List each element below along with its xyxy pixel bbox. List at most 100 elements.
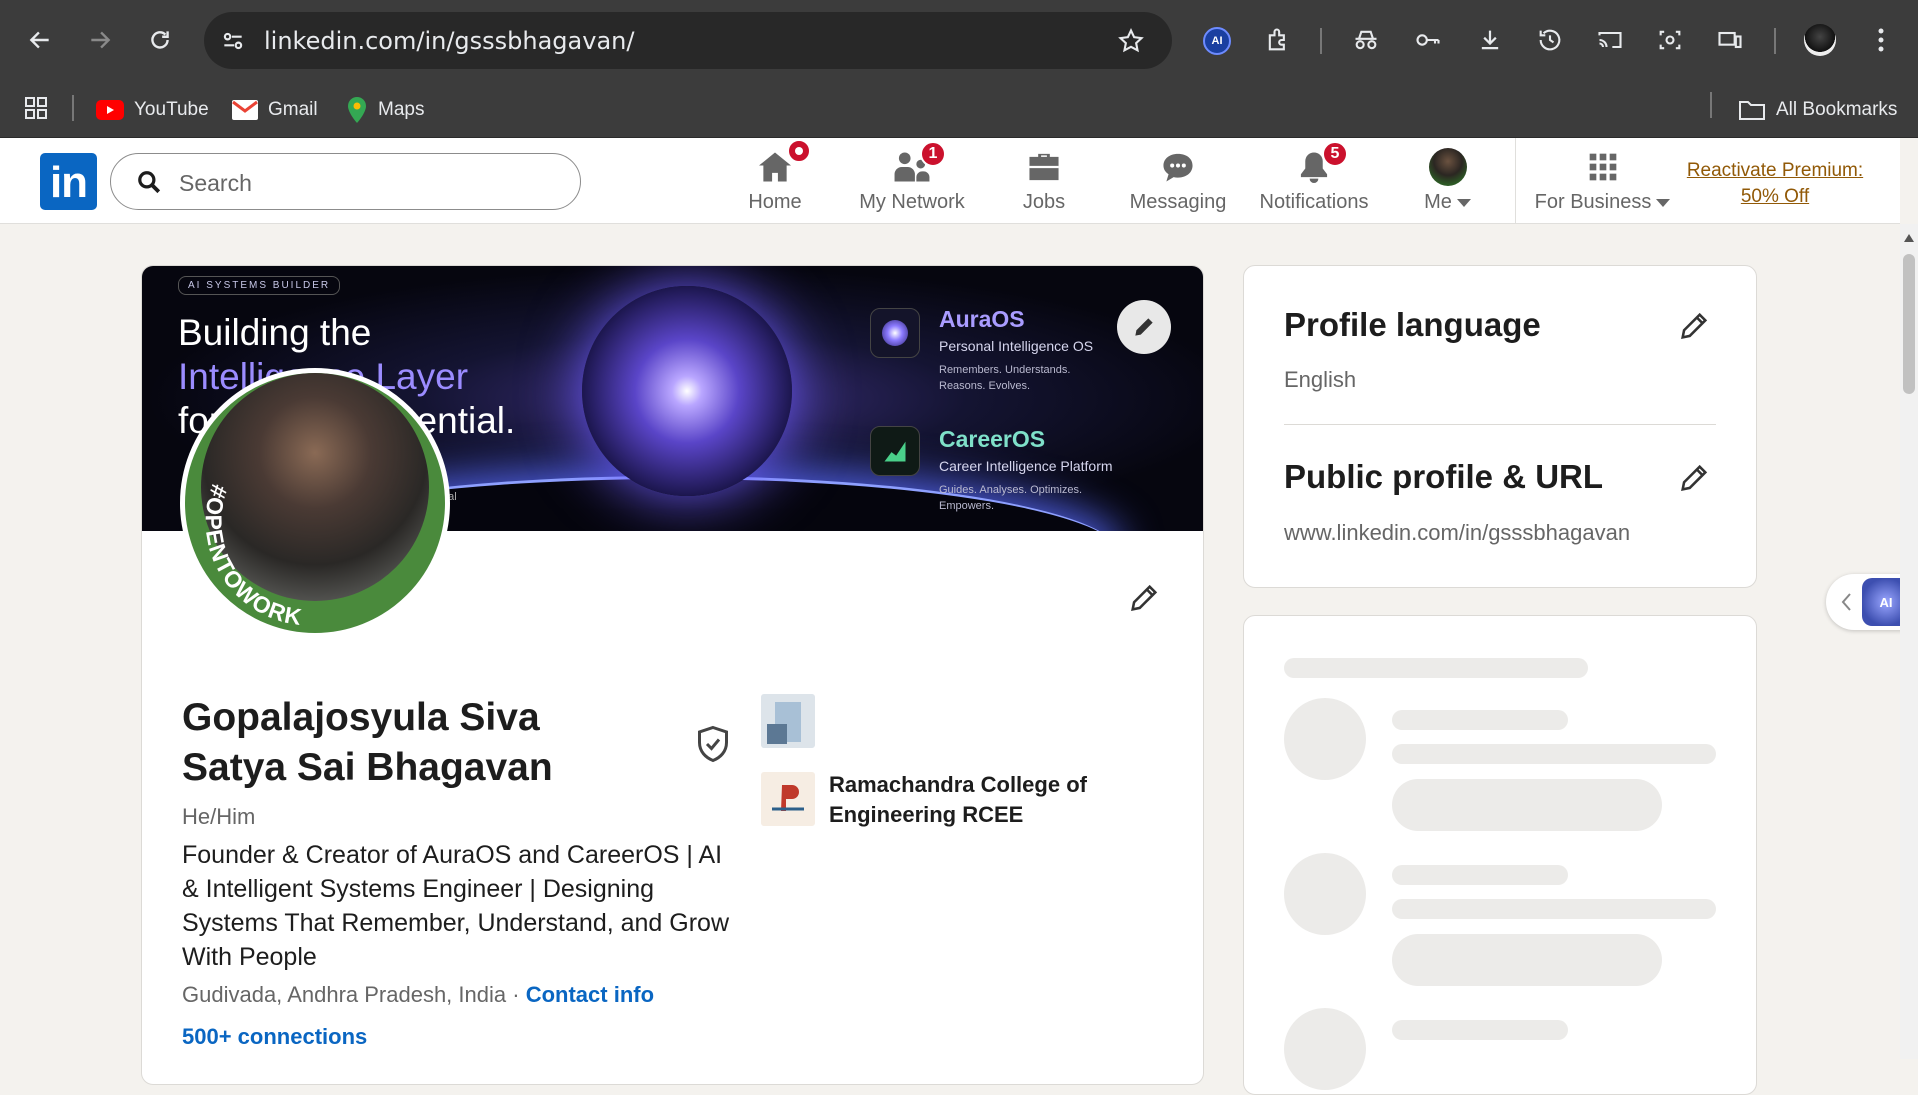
company-logo-placeholder[interactable] bbox=[761, 694, 815, 748]
skeleton-avatar bbox=[1284, 698, 1366, 780]
edit-intro-button[interactable] bbox=[1122, 576, 1166, 620]
incognito-icon[interactable] bbox=[1348, 22, 1384, 58]
svg-text:#OPENTOWORK: #OPENTOWORK bbox=[201, 481, 305, 630]
public-profile-url[interactable]: www.linkedin.com/in/gsssbhagavan bbox=[1284, 520, 1630, 546]
bookmark-star-icon[interactable] bbox=[1114, 24, 1148, 58]
nav-my-network[interactable]: 1 My Network bbox=[852, 138, 972, 224]
product-auraos-desc2: Reasons. Evolves. bbox=[939, 380, 1031, 392]
back-arrow-icon[interactable] bbox=[22, 22, 58, 58]
college-logo-icon bbox=[761, 772, 815, 826]
nav-label: Me bbox=[1424, 191, 1452, 213]
skeleton-line bbox=[1284, 658, 1588, 678]
pencil-icon bbox=[1135, 318, 1153, 336]
connections-link[interactable]: 500+ connections bbox=[182, 1024, 367, 1050]
search-input[interactable]: Search bbox=[110, 153, 581, 210]
youtube-icon bbox=[96, 100, 124, 120]
edit-banner-button[interactable] bbox=[1117, 300, 1171, 354]
sidebar-divider bbox=[1284, 424, 1716, 425]
education-row[interactable]: Ramachandra College of Engineering RCEE bbox=[761, 770, 1161, 840]
home-icon bbox=[755, 139, 811, 185]
opentowork-frame: #OPENTOWORK bbox=[201, 481, 305, 630]
nav-me[interactable]: Me bbox=[1408, 138, 1488, 224]
profile-photo[interactable]: #OPENTOWORK bbox=[180, 368, 450, 638]
me-avatar-icon bbox=[1428, 148, 1468, 186]
page-scrollbar[interactable] bbox=[1900, 224, 1918, 1059]
devices-icon[interactable] bbox=[1712, 22, 1748, 58]
bookmarks-separator bbox=[72, 95, 74, 121]
linkedin-logo[interactable]: in bbox=[40, 153, 97, 210]
cast-icon[interactable] bbox=[1592, 22, 1628, 58]
bookmark-maps[interactable]: Maps bbox=[346, 92, 424, 128]
site-settings-icon[interactable] bbox=[218, 26, 248, 56]
password-key-icon[interactable] bbox=[1410, 22, 1446, 58]
profile-card: AI SYSTEMS BUILDER Building the Intellig… bbox=[141, 265, 1204, 1085]
linkedin-navbar: in Search Home 1 My Network Jobs Messagi… bbox=[0, 138, 1900, 224]
forward-arrow-icon[interactable] bbox=[82, 22, 118, 58]
nav-jobs[interactable]: Jobs bbox=[1004, 138, 1084, 224]
contact-info-link[interactable]: Contact info bbox=[526, 982, 654, 1007]
bookmark-label: Maps bbox=[378, 99, 425, 120]
reload-icon[interactable] bbox=[142, 22, 178, 58]
bookmark-label: YouTube bbox=[134, 99, 209, 120]
chevron-left-icon bbox=[1840, 592, 1852, 617]
url-text[interactable]: linkedin.com/in/gsssbhagavan/ bbox=[264, 27, 634, 55]
scroll-up-arrow-icon[interactable] bbox=[1903, 230, 1915, 248]
banner-orb bbox=[582, 286, 792, 496]
product-careeros-desc2: Empowers. bbox=[939, 500, 995, 512]
screenshot-icon[interactable] bbox=[1652, 22, 1688, 58]
folder-icon bbox=[1738, 98, 1766, 122]
all-bookmarks-label: All Bookmarks bbox=[1776, 99, 1898, 120]
skeleton-line bbox=[1392, 1020, 1568, 1040]
reactivate-premium-link[interactable]: Reactivate Premium: 50% Off bbox=[1680, 158, 1870, 210]
address-bar[interactable]: linkedin.com/in/gsssbhagavan/ bbox=[204, 12, 1172, 69]
nav-messaging[interactable]: Messaging bbox=[1128, 138, 1228, 224]
college-name: Ramachandra College of Engineering RCEE bbox=[829, 772, 1087, 827]
ai-assistant-side-tab[interactable]: AI bbox=[1826, 574, 1910, 630]
skeleton-button bbox=[1392, 779, 1662, 831]
edit-language-button[interactable] bbox=[1672, 304, 1716, 348]
profile-location-row: Gudivada, Andhra Pradesh, India · Contac… bbox=[182, 982, 654, 1008]
premium-line1: Reactivate Premium: bbox=[1686, 160, 1864, 181]
toolbar-separator bbox=[1320, 28, 1322, 54]
bookmark-gmail[interactable]: Gmail bbox=[232, 92, 318, 128]
nav-label: Home bbox=[748, 191, 802, 213]
extensions-puzzle-icon[interactable] bbox=[1260, 22, 1296, 58]
network-icon: 1 bbox=[892, 141, 946, 185]
profile-avatar-icon[interactable] bbox=[1802, 22, 1838, 58]
network-badge: 1 bbox=[920, 141, 946, 167]
profile-name: Gopalajosyula Siva Satya Sai Bhagavan bbox=[182, 696, 553, 789]
product-careeros-subtitle: Career Intelligence Platform bbox=[939, 458, 1113, 474]
home-dot-badge bbox=[787, 139, 811, 163]
verified-shield-icon[interactable] bbox=[695, 724, 731, 764]
auraos-tile-icon bbox=[870, 308, 920, 358]
history-icon[interactable] bbox=[1532, 22, 1568, 58]
skeleton-avatar bbox=[1284, 853, 1366, 935]
more-menu-icon[interactable] bbox=[1866, 22, 1896, 58]
bookmark-label: Gmail bbox=[268, 99, 318, 120]
bell-icon: 5 bbox=[1294, 141, 1348, 185]
all-bookmarks[interactable]: All Bookmarks bbox=[1738, 92, 1897, 128]
scrollbar-thumb[interactable] bbox=[1903, 254, 1915, 394]
banner-tag: AI SYSTEMS BUILDER bbox=[178, 276, 341, 295]
nav-home[interactable]: Home bbox=[735, 138, 815, 224]
notifications-badge: 5 bbox=[1322, 141, 1348, 167]
download-icon[interactable] bbox=[1472, 22, 1508, 58]
loading-skeleton-card bbox=[1243, 615, 1757, 1095]
profile-language-value: English bbox=[1284, 367, 1357, 392]
toolbar-separator bbox=[1774, 28, 1776, 54]
briefcase-icon bbox=[1024, 149, 1064, 185]
apps-grid-icon[interactable] bbox=[20, 92, 52, 124]
product-auraos-name: AuraOS bbox=[939, 306, 1025, 332]
banner-line1: Building the bbox=[178, 312, 372, 353]
ai-extension-icon[interactable]: AI bbox=[1200, 24, 1234, 58]
nav-for-business[interactable]: For Business bbox=[1530, 138, 1676, 224]
search-placeholder: Search bbox=[179, 170, 252, 196]
maps-icon bbox=[346, 96, 368, 124]
skeleton-avatar bbox=[1284, 1008, 1366, 1090]
bookmark-youtube[interactable]: YouTube bbox=[96, 92, 209, 128]
nav-label: Jobs bbox=[1022, 191, 1066, 213]
bookmarks-separator bbox=[1710, 92, 1712, 118]
edit-public-profile-button[interactable] bbox=[1672, 456, 1716, 500]
nav-notifications[interactable]: 5 Notifications bbox=[1256, 138, 1372, 224]
profile-location: Gudivada, Andhra Pradesh, India bbox=[182, 982, 507, 1007]
